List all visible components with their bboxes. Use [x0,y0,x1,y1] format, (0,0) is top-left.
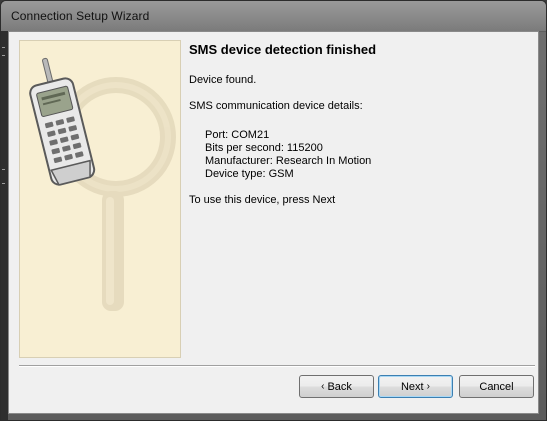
chevron-left-icon: ‹ [321,381,325,392]
mobile-phone-icon [29,57,96,186]
detail-port: Port: COM21 [205,129,270,141]
instruction-text: To use this device, press Next [189,194,336,206]
status-text: Device found. [189,74,257,86]
page-title: SMS device detection finished [189,42,377,57]
next-button-label: Next [400,380,424,393]
back-button-label: Back [327,380,352,393]
chevron-right-icon: › [426,381,431,392]
detail-bits-per-second: Bits per second: 115200 [205,142,323,154]
wizard-window: Connection Setup Wizard SMS device detec… [0,0,547,421]
next-button[interactable]: Next › [378,375,453,398]
wizard-banner [19,40,181,358]
cancel-button[interactable]: Cancel [459,375,534,398]
back-button[interactable]: ‹ Back [299,375,374,398]
detail-manufacturer: Manufacturer: Research In Motion [205,155,372,167]
wizard-page: SMS device detection finished Device fou… [8,31,539,414]
details-label: SMS communication device details: [189,100,363,112]
button-separator [19,365,535,367]
detail-device-type: Device type: GSM [205,168,294,180]
title-bar[interactable]: Connection Setup Wizard [1,1,546,32]
background-window-edge [1,31,8,420]
cancel-button-label: Cancel [479,380,514,393]
window-title: Connection Setup Wizard [11,9,150,23]
banner-illustration [29,57,176,311]
